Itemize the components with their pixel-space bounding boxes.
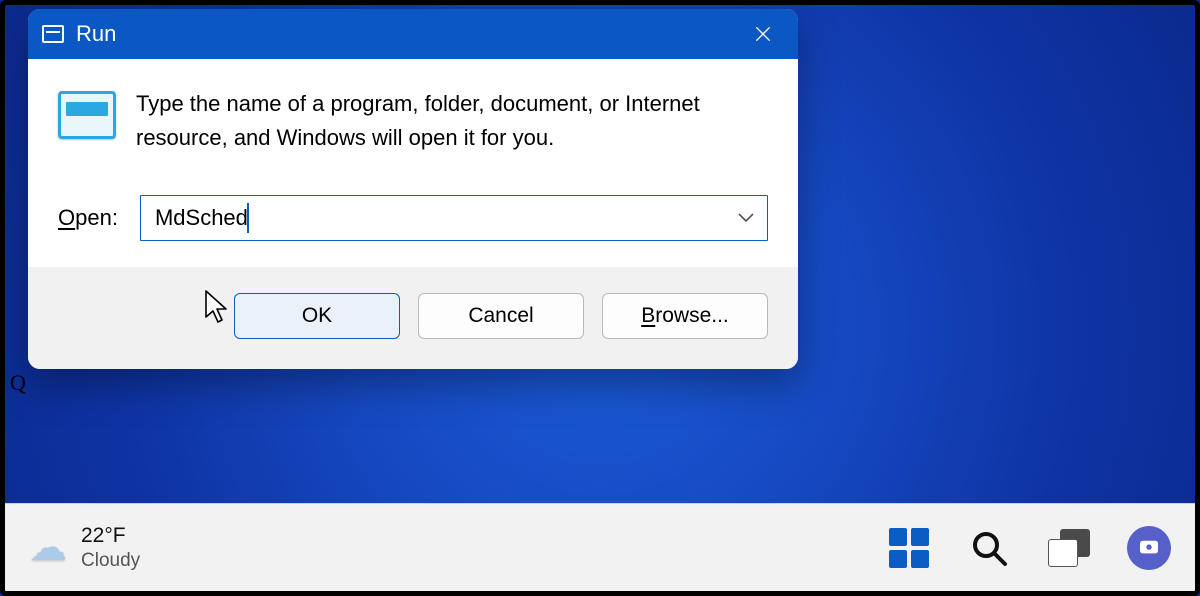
close-button[interactable] [728,9,798,59]
start-button[interactable] [883,522,935,574]
windows-logo-icon [889,528,929,568]
ok-button[interactable]: OK [234,293,400,339]
taskbar-right-group [883,522,1183,574]
open-input[interactable] [140,195,768,241]
weather-icon: ☁ [29,529,67,567]
dialog-title: Run [76,21,116,47]
taskbar[interactable]: ☁ 22°F Cloudy [5,503,1195,591]
dialog-description: Type the name of a program, folder, docu… [136,87,768,155]
open-combobox[interactable] [140,195,768,241]
stray-letter: Q [10,370,26,396]
weather-condition: Cloudy [81,549,140,573]
run-dialog: Run Type the name of a program, folder, … [28,9,798,369]
weather-widget[interactable]: ☁ 22°F Cloudy [29,523,140,573]
open-label: Open: [58,205,118,231]
search-button[interactable] [963,522,1015,574]
browse-button[interactable]: Browse... [602,293,768,339]
search-icon [969,528,1009,568]
weather-temperature: 22°F [81,523,140,549]
mouse-cursor-icon [204,289,232,325]
chevron-down-icon[interactable] [738,212,754,224]
task-view-button[interactable] [1043,522,1095,574]
run-title-icon [42,25,64,43]
cancel-button[interactable]: Cancel [418,293,584,339]
close-icon [753,24,773,44]
task-view-icon [1048,529,1090,567]
title-bar[interactable]: Run [28,9,798,59]
dialog-body: Type the name of a program, folder, docu… [28,59,798,267]
chat-button[interactable] [1123,522,1175,574]
dialog-footer: OK Cancel Browse... [28,267,798,369]
desktop-background: Q Run Type the name of a program, folder… [0,0,1200,596]
chat-icon [1127,526,1171,570]
run-app-icon [58,91,116,139]
